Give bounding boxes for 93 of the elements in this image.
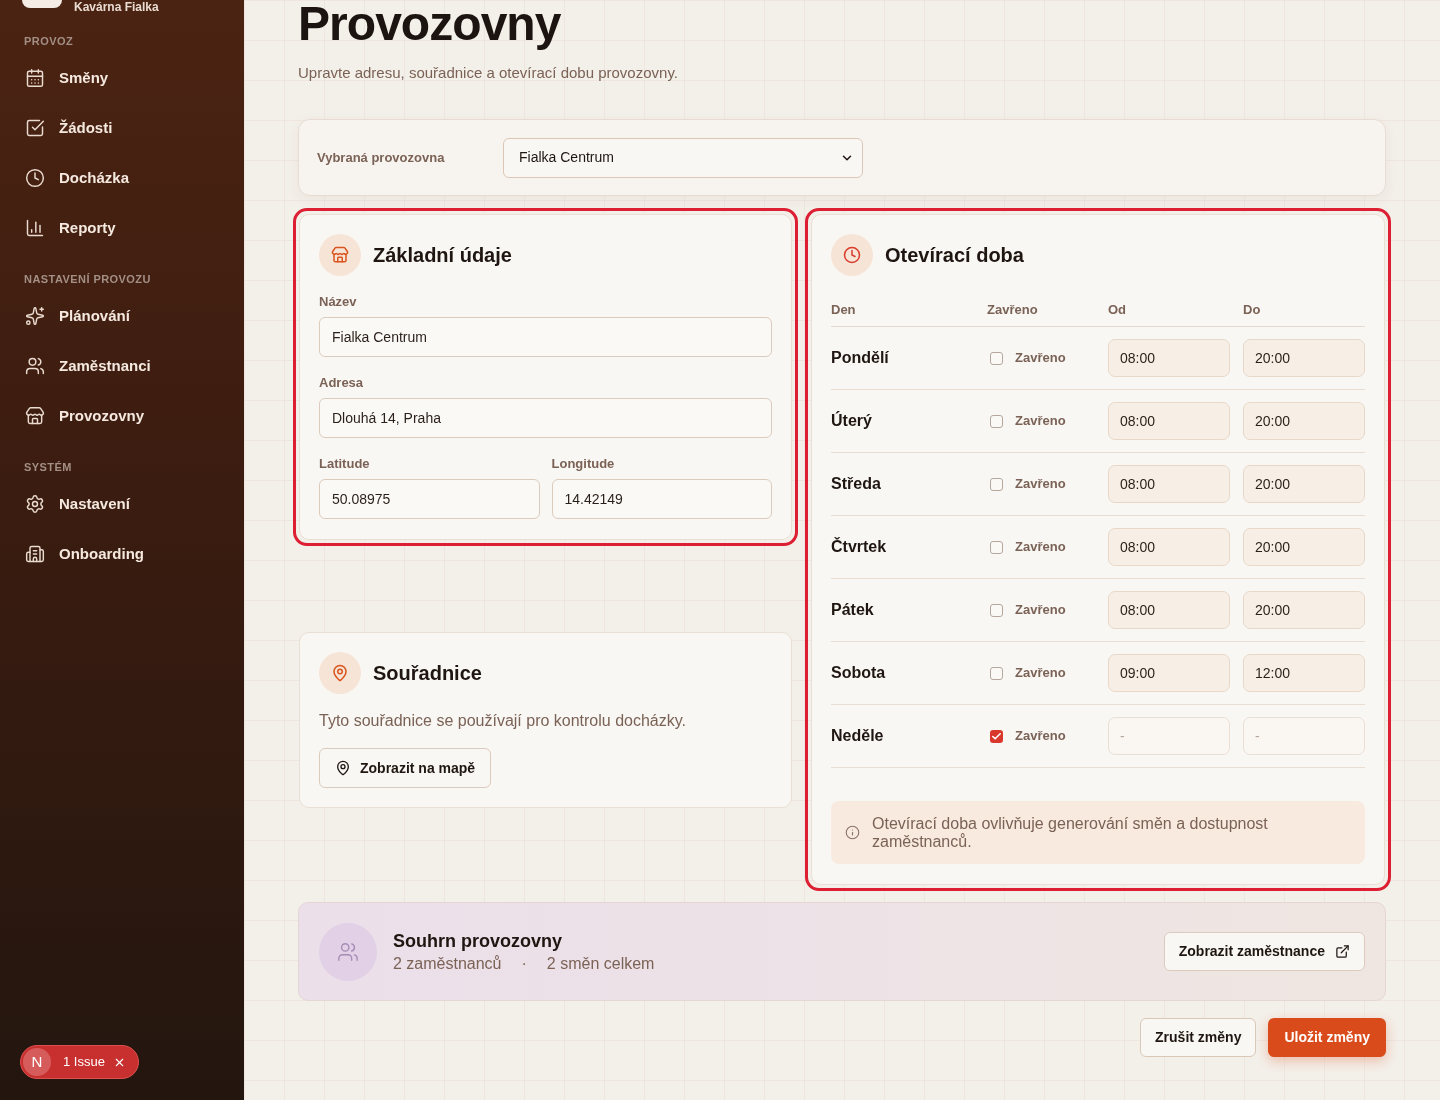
- text-field[interactable]: Dlouhá 14, Praha: [319, 398, 772, 438]
- time-field[interactable]: 08:00: [1108, 465, 1230, 503]
- text-field[interactable]: 14.42149: [551, 479, 772, 519]
- day-name: Sobota: [831, 663, 887, 683]
- field-label: Adresa: [319, 375, 365, 391]
- day-name: Pátek: [831, 600, 875, 620]
- time-field[interactable]: 08:00: [1108, 402, 1230, 440]
- checkbox-label: Zavřeno: [1015, 727, 1066, 746]
- time-field[interactable]: 12:00: [1243, 654, 1365, 692]
- checkbox-label: Zavřeno: [1015, 601, 1066, 620]
- column-header: Zavřeno: [987, 302, 1039, 318]
- day-name: Čtvrtek: [831, 536, 888, 557]
- info-icon: [845, 825, 860, 840]
- nav-item[interactable]: Docházka: [24, 153, 228, 203]
- checkbox[interactable]: [990, 477, 1003, 491]
- map-pin-icon: [335, 760, 351, 776]
- nav-item[interactable]: Nastavení: [24, 479, 228, 529]
- nav-item[interactable]: Směny: [24, 53, 228, 103]
- time-field[interactable]: 08:00: [1108, 528, 1230, 566]
- text-field[interactable]: 50.08975: [319, 479, 540, 519]
- card-title: Základní údaje: [373, 243, 512, 268]
- employees-button[interactable]: Zobrazit zaměstnance: [1163, 932, 1365, 971]
- time-field[interactable]: 20:00: [1243, 465, 1365, 503]
- summary-stat: 2 zaměstnanců: [393, 953, 502, 974]
- building-icon: [25, 544, 45, 564]
- text-field[interactable]: Fialka Centrum: [319, 317, 772, 357]
- sparkles-icon: [25, 306, 45, 326]
- checkbox-label: Zavřeno: [1015, 412, 1066, 431]
- selector-label: Vybraná provozovna: [317, 148, 446, 167]
- checkbox[interactable]: [990, 666, 1003, 680]
- day-name: Středa: [831, 474, 882, 494]
- time-field[interactable]: 09:00: [1108, 654, 1230, 692]
- checkbox[interactable]: [990, 729, 1003, 743]
- logo-mark: N: [23, 1048, 51, 1076]
- map-button[interactable]: Zobrazit na mapě: [319, 748, 492, 788]
- nav-item[interactable]: Onboarding: [24, 529, 228, 579]
- section-title: NASTAVENÍ PROVOZU: [24, 272, 152, 286]
- checkbox[interactable]: [990, 351, 1003, 365]
- column-header: Od: [1108, 302, 1128, 318]
- cancel-button[interactable]: Zrušit změny: [1140, 1018, 1257, 1057]
- column-header: Do: [1243, 302, 1262, 318]
- clock-icon: [25, 168, 45, 188]
- checkbox[interactable]: [990, 540, 1003, 554]
- checked-square-icon: [25, 118, 45, 138]
- nav-item[interactable]: Reporty: [24, 203, 228, 253]
- time-field[interactable]: 08:00: [1108, 591, 1230, 629]
- checkbox-label: Zavřeno: [1015, 349, 1066, 368]
- time-field[interactable]: 20:00: [1243, 402, 1365, 440]
- note-text: Otevírací doba ovlivňuje generování směn a dostupnost zaměstnanců.: [872, 814, 1269, 851]
- field-label: Název: [319, 294, 358, 310]
- checkbox[interactable]: [990, 414, 1003, 428]
- external-link-icon: [1335, 944, 1350, 959]
- checkbox[interactable]: [990, 603, 1003, 617]
- day-name: Pondělí: [831, 348, 890, 368]
- logo-tile: [22, 0, 62, 8]
- select-field[interactable]: Fialka Centrum: [503, 137, 863, 178]
- time-field[interactable]: 08:00: [1108, 339, 1230, 377]
- checkbox-label: Zavřeno: [1015, 664, 1066, 683]
- time-field[interactable]: 20:00: [1243, 528, 1365, 566]
- card-title: Souřadnice: [373, 661, 482, 686]
- column-header: Den: [831, 302, 857, 318]
- settings-icon: [25, 494, 45, 514]
- users-icon: [25, 356, 45, 376]
- store-icon: [25, 406, 45, 426]
- card-title: Otevírací doba: [885, 243, 1024, 268]
- page-title: Provozovny: [298, 0, 562, 48]
- summary-title: Souhrn provozovny: [393, 929, 563, 953]
- nav-item[interactable]: Plánování: [24, 291, 228, 341]
- section-title: PROVOZ: [24, 34, 75, 48]
- page-subtitle: Upravte adresu, souřadnice a otevírací dobu provozovny.: [298, 63, 679, 83]
- nav-item[interactable]: Žádosti: [24, 103, 228, 153]
- section-title: SYSTÉM: [24, 460, 73, 474]
- card-description: Tyto souřadnice se používají pro kontrolu docházky.: [319, 711, 687, 731]
- nav-item[interactable]: Zaměstnanci: [24, 341, 228, 391]
- separator-dot: ·: [521, 953, 527, 974]
- time-field[interactable]: 20:00: [1243, 339, 1365, 377]
- checkbox-label: Zavřeno: [1015, 538, 1066, 557]
- issues-badge[interactable]: N 1 Issue: [20, 1045, 139, 1079]
- checkbox-label: Zavřeno: [1015, 475, 1066, 494]
- field-label: Latitude: [319, 456, 371, 472]
- day-name: Úterý: [831, 410, 873, 431]
- save-button[interactable]: Uložit změny: [1268, 1018, 1386, 1057]
- time-field[interactable]: 20:00: [1243, 591, 1365, 629]
- field-label: Longitude: [551, 456, 616, 472]
- map-pin-icon: [319, 652, 361, 694]
- day-name: Neděle: [831, 726, 885, 746]
- summary-stat: 2 směn celkem: [546, 953, 655, 974]
- brand-name: Kavárna Fialka: [74, 0, 159, 14]
- bar-chart-icon: [25, 218, 45, 238]
- nav-item[interactable]: Provozovny: [24, 391, 228, 441]
- store-icon: [319, 234, 361, 276]
- calendar-icon: [25, 68, 45, 88]
- clock-icon: [831, 234, 873, 276]
